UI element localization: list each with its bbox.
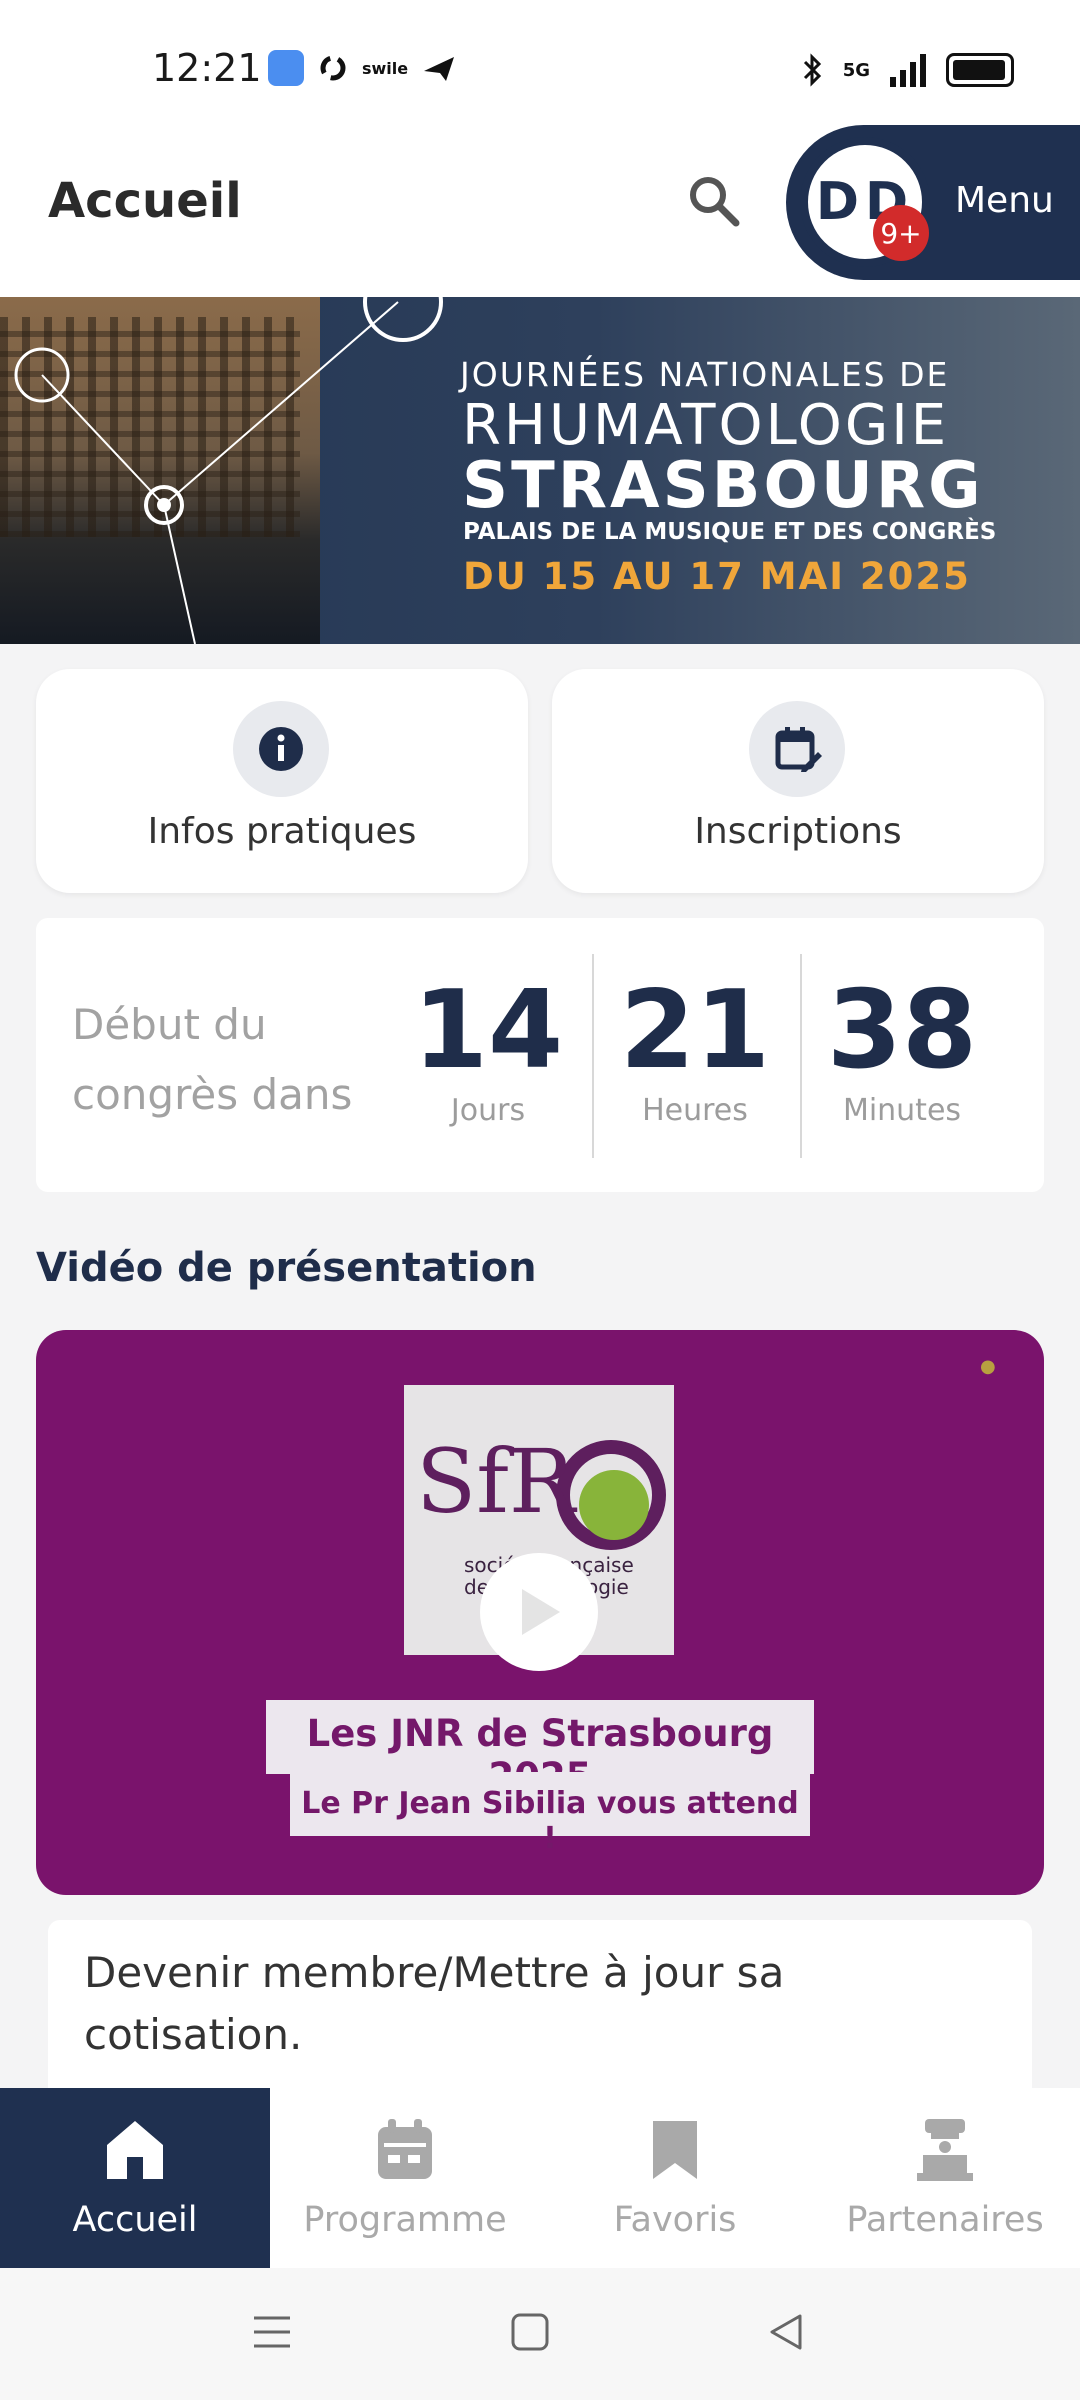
infos-pratiques-card[interactable]: Infos pratiques bbox=[36, 669, 528, 893]
info-icon bbox=[259, 727, 303, 771]
infos-pratiques-label: Infos pratiques bbox=[147, 811, 417, 852]
countdown-divider bbox=[800, 954, 802, 1158]
home-nav-icon[interactable] bbox=[510, 2312, 550, 2352]
countdown-hours: 21 bbox=[619, 968, 771, 1093]
video-section-title: Vidéo de présentation bbox=[36, 1245, 537, 1291]
bookmark-icon bbox=[653, 2121, 697, 2179]
nav-item-accueil[interactable]: Accueil bbox=[0, 2088, 270, 2268]
bluetooth-icon bbox=[803, 53, 821, 87]
banner-line-3: STRASBOURG bbox=[462, 449, 984, 523]
search-icon[interactable] bbox=[684, 171, 744, 231]
app-icon bbox=[320, 55, 346, 81]
banner-line-4: PALAIS DE LA MUSIQUE ET DES CONGRÈS bbox=[463, 519, 997, 545]
page-title: Accueil bbox=[48, 173, 242, 229]
congress-banner[interactable]: JOURNÉES NATIONALES DE RHUMATOLOGIE STRA… bbox=[0, 297, 1080, 644]
inscriptions-card[interactable]: Inscriptions bbox=[552, 669, 1044, 893]
network-lines-graphic bbox=[14, 297, 443, 644]
congress-countdown: Début du congrès dans 14 Jours 21 Heures… bbox=[36, 918, 1044, 1192]
countdown-days: 14 bbox=[412, 968, 564, 1093]
signal-icon bbox=[890, 54, 926, 87]
countdown-hours-unit: Heures bbox=[642, 1093, 748, 1128]
nav-label: Programme bbox=[303, 2200, 507, 2240]
calendar-edit-icon bbox=[775, 727, 822, 772]
logo-text: SfR bbox=[416, 1430, 576, 1533]
home-icon bbox=[107, 2121, 163, 2179]
nav-item-programme[interactable]: Programme bbox=[270, 2088, 540, 2268]
play-button[interactable] bbox=[480, 1553, 598, 1671]
nav-label: Partenaires bbox=[846, 2200, 1044, 2240]
inscriptions-label: Inscriptions bbox=[694, 811, 902, 852]
notification-icons: swile bbox=[268, 50, 456, 86]
membership-card[interactable]: Devenir membre/Mettre à jour sa cotisati… bbox=[48, 1920, 1032, 2090]
menu-label: Menu bbox=[955, 180, 1054, 221]
battery-icon bbox=[946, 53, 1014, 87]
nav-item-favoris[interactable]: Favoris bbox=[540, 2088, 810, 2268]
membership-text: Devenir membre/Mettre à jour sa cotisati… bbox=[84, 1948, 785, 2059]
countdown-days-unit: Jours bbox=[450, 1093, 526, 1128]
nav-label: Favoris bbox=[613, 2200, 737, 2240]
banner-line-1: JOURNÉES NATIONALES DE bbox=[460, 355, 950, 394]
presentation-video[interactable]: ● SfR société française de rhumatologie … bbox=[36, 1330, 1044, 1895]
channel-logo-icon: ● bbox=[980, 1356, 996, 1377]
system-navigation-bar bbox=[0, 2268, 1080, 2400]
nav-item-partenaires[interactable]: Partenaires bbox=[810, 2088, 1080, 2268]
info-icon-wrap bbox=[233, 701, 329, 797]
notification-badge: 9+ bbox=[873, 205, 929, 261]
countdown-label: Début du congrès dans bbox=[72, 1000, 353, 1119]
play-icon bbox=[522, 1589, 560, 1635]
calendar-edit-icon-wrap bbox=[749, 701, 845, 797]
status-bar: 12:21 swile 5G bbox=[0, 0, 1080, 125]
calendar-icon bbox=[378, 2119, 432, 2179]
status-time: 12:21 bbox=[152, 46, 262, 90]
logo-leaf bbox=[579, 1470, 649, 1540]
booth-icon bbox=[917, 2119, 973, 2181]
system-icons: 5G bbox=[801, 52, 1014, 88]
network-type: 5G bbox=[842, 59, 870, 81]
countdown-minutes-unit: Minutes bbox=[842, 1093, 962, 1128]
recent-apps-icon[interactable] bbox=[252, 2312, 292, 2352]
weather-icon bbox=[268, 50, 304, 86]
app-header: Accueil Menu DD 9+ bbox=[0, 125, 1080, 297]
swile-icon: swile bbox=[362, 58, 409, 78]
countdown-divider bbox=[592, 954, 594, 1158]
video-subtitle: Le Pr Jean Sibilia vous attend ! bbox=[301, 1786, 799, 1856]
bottom-navigation: Accueil Programme Favoris Partenaires bbox=[0, 2088, 1080, 2268]
countdown-minutes: 38 bbox=[826, 968, 978, 1093]
nav-label: Accueil bbox=[72, 2200, 198, 2240]
back-icon[interactable] bbox=[766, 2312, 806, 2352]
banner-dates: DU 15 AU 17 MAI 2025 bbox=[463, 555, 971, 598]
navigation-icon bbox=[424, 57, 455, 81]
